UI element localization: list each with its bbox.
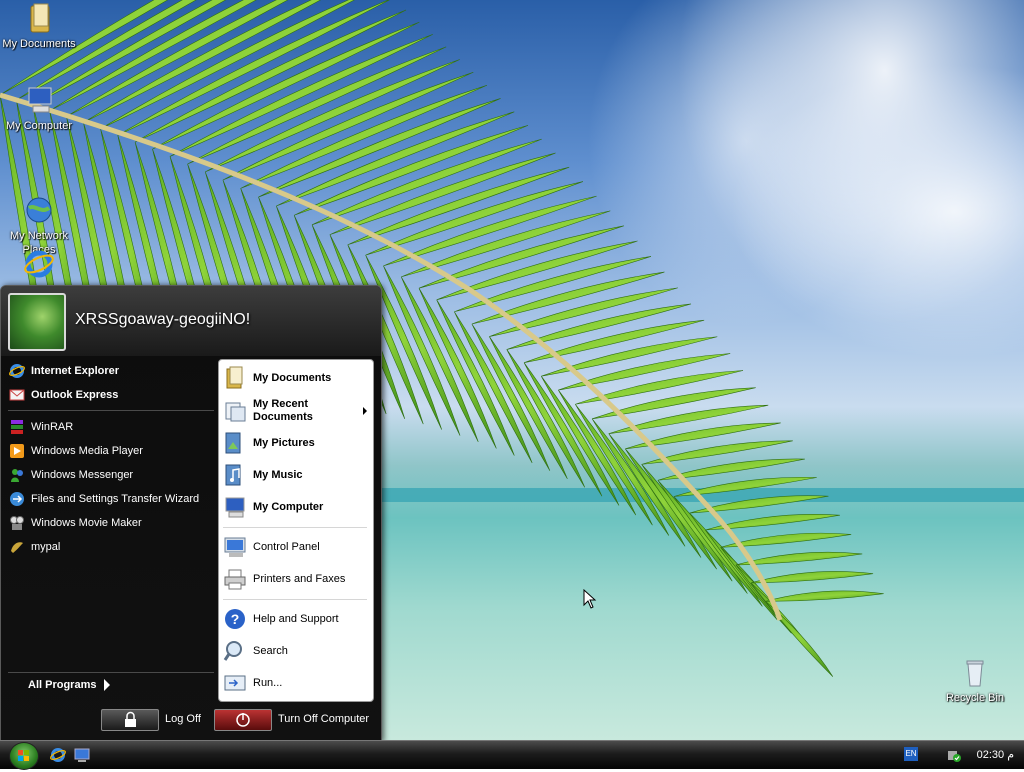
desktop-icon-my-network-places[interactable]: My Network Places	[0, 166, 78, 257]
desktop-icon-my-documents[interactable]: My Documents	[0, 2, 78, 51]
log-off-button[interactable]	[101, 709, 159, 731]
program-label: Files and Settings Transfer Wizard	[31, 493, 200, 505]
divider	[223, 527, 367, 528]
program-mypal[interactable]: mypal	[6, 536, 214, 558]
place-my-music[interactable]: My Music	[223, 460, 371, 490]
security-shield-icon[interactable]	[946, 747, 962, 763]
search-icon	[223, 639, 247, 663]
log-off-label: Log Off	[165, 713, 201, 725]
divider	[8, 672, 214, 673]
winrar-icon	[9, 419, 25, 435]
place-control-panel[interactable]: Control Panel	[223, 532, 371, 562]
help-icon: ?	[223, 607, 247, 631]
place-label: Search	[253, 645, 288, 657]
program-label: Windows Messenger	[31, 469, 134, 481]
outlook-express-icon	[9, 387, 25, 403]
taskbar: EN 02:30 م	[0, 740, 1024, 770]
place-label: Run...	[253, 677, 283, 689]
program-windows-media-player[interactable]: Windows Media Player	[6, 440, 214, 462]
messenger-icon	[9, 467, 25, 483]
place-label: My Documents	[253, 372, 332, 384]
quicklaunch-internet-explorer-icon[interactable]	[50, 747, 66, 763]
place-label: Control Panel	[253, 541, 320, 553]
turn-off-button[interactable]	[214, 709, 272, 731]
internet-explorer-icon	[23, 248, 55, 280]
desktop-icon-label: Recycle Bin	[945, 692, 1005, 704]
all-programs-button[interactable]: All Programs	[28, 679, 111, 691]
place-my-recent-documents[interactable]: My Recent Documents	[223, 394, 371, 428]
music-folder-icon	[223, 463, 247, 487]
place-label: My Pictures	[253, 437, 315, 449]
mouse-cursor-icon	[583, 589, 597, 609]
place-search[interactable]: Search	[223, 636, 371, 666]
language-indicator[interactable]: EN	[904, 747, 918, 761]
media-player-icon	[9, 443, 25, 459]
place-my-documents[interactable]: My Documents	[223, 363, 371, 393]
program-label: Windows Media Player	[31, 445, 143, 457]
desktop-icon-my-computer[interactable]: My Computer	[0, 84, 78, 133]
computer-icon	[23, 84, 55, 116]
desktop-icon-internet-explorer[interactable]	[0, 248, 78, 283]
place-my-computer[interactable]: My Computer	[223, 492, 371, 522]
control-panel-icon	[223, 535, 247, 559]
pictures-folder-icon	[223, 431, 247, 455]
place-label: Printers and Faxes	[253, 573, 346, 585]
transfer-wizard-icon	[9, 491, 25, 507]
program-winrar[interactable]: WinRAR	[6, 416, 214, 438]
turn-off-label: Turn Off Computer	[278, 713, 370, 725]
chevron-right-icon	[104, 679, 111, 691]
system-tray: EN 02:30 م	[900, 741, 1024, 769]
user-name: XRSSgoaway-geogiiNO!	[75, 311, 251, 328]
program-files-settings-transfer-wizard[interactable]: Files and Settings Transfer Wizard	[6, 488, 214, 510]
places-column: My Documents My Recent Documents My Pict…	[218, 359, 374, 702]
submenu-arrow-icon	[363, 407, 367, 415]
computer-icon	[223, 495, 247, 519]
program-windows-movie-maker[interactable]: Windows Movie Maker	[6, 512, 214, 534]
session-buttons: Log Off Turn Off Computer	[1, 704, 381, 734]
recycle-bin-icon	[959, 656, 991, 688]
program-label: Windows Movie Maker	[31, 517, 142, 529]
lock-icon	[125, 711, 136, 727]
printer-icon	[223, 567, 247, 591]
place-printers-and-faxes[interactable]: Printers and Faxes	[223, 564, 371, 594]
place-label: My Music	[253, 469, 303, 481]
place-run[interactable]: Run...	[223, 668, 371, 698]
programs-column: Internet Explorer Outlook Express WinRAR…	[4, 360, 214, 690]
place-label: Help and Support	[253, 613, 339, 625]
program-label: WinRAR	[31, 421, 74, 433]
program-label: mypal	[31, 541, 61, 553]
program-label: Outlook Express	[31, 389, 119, 401]
place-help-and-support[interactable]: ? Help and Support	[223, 604, 371, 634]
place-label: My Recent Documents	[253, 398, 313, 423]
folder-documents-icon	[23, 2, 55, 34]
program-windows-messenger[interactable]: Windows Messenger	[6, 464, 214, 486]
all-programs-label: All Programs	[28, 679, 97, 691]
power-icon	[236, 713, 250, 727]
start-menu-header: XRSSgoaway-geogiiNO!	[1, 286, 381, 356]
mypal-icon	[9, 539, 25, 555]
run-icon	[223, 671, 247, 695]
svg-text:?: ?	[231, 611, 240, 627]
user-avatar[interactable]	[8, 293, 66, 351]
desktop-icon-label: My Computer	[5, 120, 73, 132]
show-desktop-icon[interactable]	[74, 747, 90, 763]
program-internet-explorer[interactable]: Internet Explorer	[6, 360, 214, 382]
program-label: Internet Explorer	[31, 365, 120, 377]
divider	[8, 410, 214, 411]
movie-maker-icon	[9, 515, 25, 531]
start-menu: XRSSgoaway-geogiiNO! Internet Explorer O…	[0, 285, 382, 742]
internet-explorer-icon	[9, 363, 25, 379]
network-globe-icon	[23, 180, 55, 223]
recent-documents-icon	[223, 399, 247, 423]
documents-folder-icon	[223, 366, 247, 390]
start-button[interactable]	[9, 742, 39, 770]
desktop-icon-label: My Documents	[2, 38, 76, 50]
place-my-pictures[interactable]: My Pictures	[223, 428, 371, 458]
program-outlook-express[interactable]: Outlook Express	[6, 384, 214, 406]
place-label: My Computer	[253, 501, 324, 513]
windows-logo-icon	[18, 750, 29, 761]
desktop-icon-recycle-bin[interactable]: Recycle Bin	[936, 656, 1014, 705]
divider	[223, 599, 367, 600]
taskbar-clock[interactable]: 02:30 م	[977, 748, 1014, 761]
